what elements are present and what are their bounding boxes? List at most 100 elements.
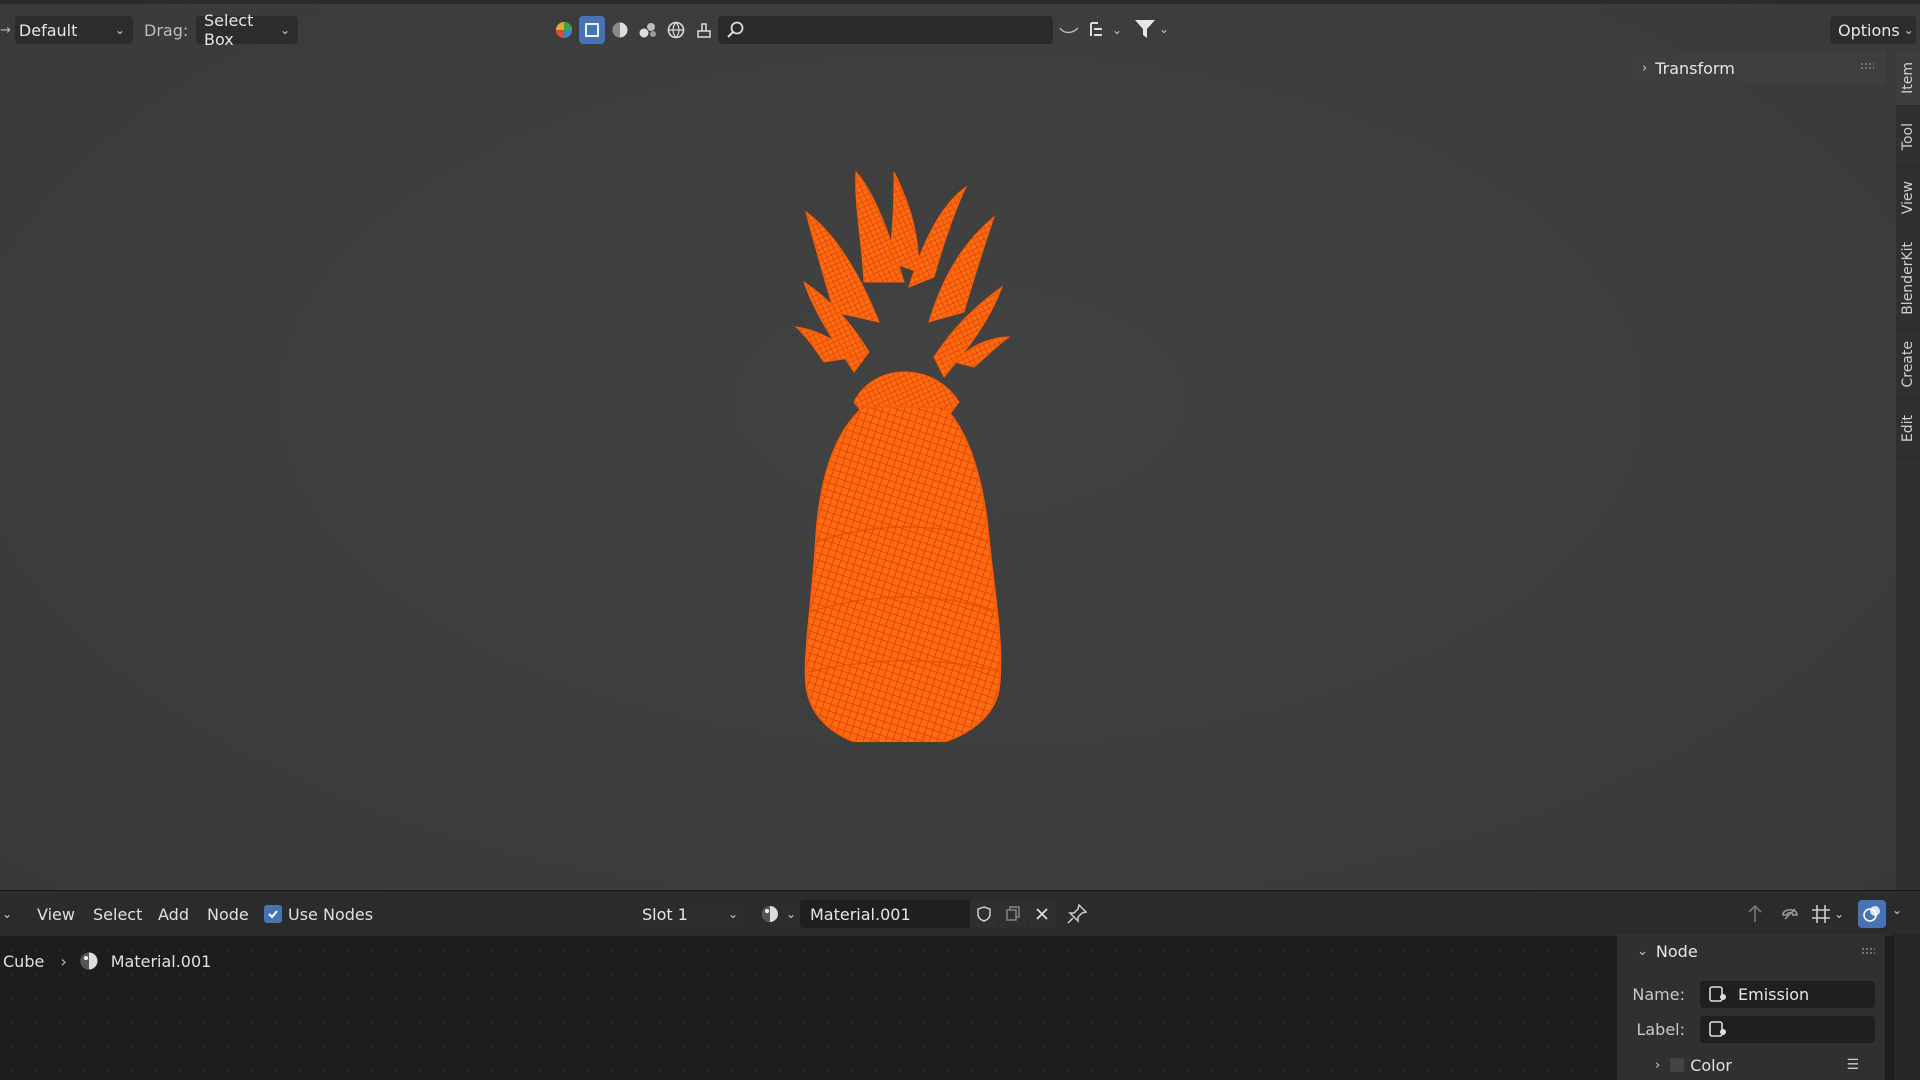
chevron-right-icon: › [1655,1057,1661,1073]
node-properties-panel: ⌄ Node Name: Emission Label: › Color ☰ [1617,934,1885,1080]
arrow-icon: → [0,22,11,38]
node-name-row: Name: Emission [1617,979,1885,1009]
node-name-label: Name: [1632,984,1685,1004]
menu-add[interactable]: Add [158,891,189,937]
color-checkbox[interactable] [1670,1058,1685,1072]
fake-user-shield-icon[interactable] [970,900,998,928]
material-browse-dropdown[interactable]: ⌄ [756,900,800,928]
tab-item[interactable]: Item [1896,50,1920,106]
check-icon [268,910,278,919]
slot-select[interactable]: Slot 1 ⌄ [634,900,746,928]
breadcrumb-object: Cube [3,951,45,971]
drag-label-wrap: Drag: [144,12,188,48]
overlay-chevron-icon[interactable]: ⌄ [1892,903,1902,917]
drag-select[interactable]: Select Box ⌄ [196,11,298,49]
chevron-right-icon: › [60,951,67,971]
node-icon [1709,1021,1726,1037]
stamp-icon[interactable] [691,16,717,44]
grid-icon [1812,905,1830,923]
node-label-label: Label: [1636,1019,1685,1039]
chevron-down-icon: ⌄ [1159,22,1170,36]
tab-edit[interactable]: Edit [1896,401,1920,457]
hierarchy-icon [1090,22,1102,36]
node-color-row[interactable]: › Color ☰ [1617,1050,1885,1080]
tab-tool[interactable]: Tool [1896,107,1920,167]
new-material-copy-icon[interactable] [999,900,1027,928]
node-editor-header: ⌄ View Select Add Node Use Nodes Slot 1 … [0,890,1920,936]
search-icon [727,21,744,38]
snap-magnet-icon[interactable] [1779,903,1801,929]
drag-label: Drag: [144,20,189,40]
mode-select-group: → Default ⌄ [0,12,133,48]
tab-view-label: View [1900,180,1916,215]
options-dropdown[interactable]: Options ⌄ [1830,16,1916,44]
unlink-close-icon[interactable] [1028,900,1056,928]
slot-select-value: Slot 1 [642,904,688,924]
pin-icon[interactable] [1066,903,1088,929]
material-shading-icon[interactable] [635,16,661,44]
3d-viewport[interactable]: → Default ⌄ Drag: Select Box ⌄ Options ⌄ [0,0,1920,890]
node-icon [1709,986,1726,1002]
chevron-down-icon: ⌄ [279,23,290,37]
top-strip [0,0,1920,4]
shading-toolbar [551,16,717,44]
menu-node[interactable]: Node [207,891,249,937]
chevron-down-icon: ⌄ [727,907,738,921]
mode-select-value: Default [18,20,78,40]
chevron-right-icon: › [1642,60,1648,76]
chevron-down-icon: ⌄ [1834,907,1845,921]
breadcrumb: Cube › Material.001 [0,944,211,978]
overlay-icon [1863,906,1880,922]
node-label-field[interactable] [1700,1015,1875,1043]
chevron-down-icon: ⌄ [1903,23,1914,37]
solid-shading-icon[interactable] [607,16,633,44]
list-icon[interactable]: ☰ [1846,1057,1859,1073]
overlays-dropdown[interactable]: ⌄ [1088,20,1122,40]
sidebar-tab-strip[interactable] [1893,934,1920,1080]
pineapple-wireframe-model[interactable] [794,162,1014,742]
use-nodes-label: Use Nodes [288,904,374,924]
filter-dropdown[interactable]: ⌄ [1133,18,1169,40]
use-nodes-checkbox[interactable] [264,905,282,923]
visibility-dropdown[interactable] [1058,20,1082,44]
material-sphere-icon [762,906,778,922]
node-color-label: Color [1690,1055,1732,1075]
node-panel-header[interactable]: ⌄ Node [1617,934,1885,968]
options-label: Options [1838,20,1900,40]
editor-type-chevron-icon[interactable]: ⌄ [2,891,12,937]
node-editor-sidebar-tabs [1893,934,1920,1080]
tab-blenderkit-label: BlenderKit [1900,242,1916,315]
material-name-field[interactable]: Material.001 [800,900,970,928]
drag-select-value: Select Box [204,11,254,49]
breadcrumb-material: Material.001 [110,951,212,971]
transform-panel[interactable]: › Transform [1630,50,1886,86]
tab-view[interactable]: View [1896,168,1920,228]
viewport-search-input[interactable] [718,16,1053,44]
tab-item-label: Item [1900,61,1916,94]
snap-grid-dropdown[interactable]: ⌄ [1810,903,1844,925]
color-cube-icon[interactable] [551,16,577,44]
tab-create[interactable]: Create [1896,330,1920,400]
rendered-shading-icon[interactable] [663,16,689,44]
drag-select-wrap: Select Box ⌄ [196,11,298,49]
tab-blenderkit[interactable]: BlenderKit [1896,229,1920,329]
node-name-value: Emission [1738,984,1810,1004]
transform-label: Transform [1655,58,1735,78]
menu-view[interactable]: View [37,891,75,937]
drag-grip-icon[interactable] [1860,62,1874,70]
menu-select[interactable]: Select [93,891,142,937]
material-sphere-icon [80,952,98,970]
overlay-toggle-button[interactable] [1858,900,1886,928]
chevron-down-icon: ⌄ [114,23,125,37]
use-nodes-toggle[interactable]: Use Nodes [264,891,373,937]
pineapple-body [804,406,1002,742]
select-mode-button[interactable] [579,16,605,44]
drag-grip-icon[interactable] [1861,947,1875,955]
node-name-field[interactable]: Emission [1700,980,1875,1008]
tab-edit-label: Edit [1900,414,1916,443]
chevron-down-icon: ⌄ [1637,943,1648,959]
viewport-sidebar-tabs: Item Tool View BlenderKit Create Edit [1896,50,1920,890]
mode-select[interactable]: Default ⌄ [14,16,133,44]
pineapple-leaves [794,170,1011,423]
parent-node-tree-icon[interactable] [1744,903,1766,929]
